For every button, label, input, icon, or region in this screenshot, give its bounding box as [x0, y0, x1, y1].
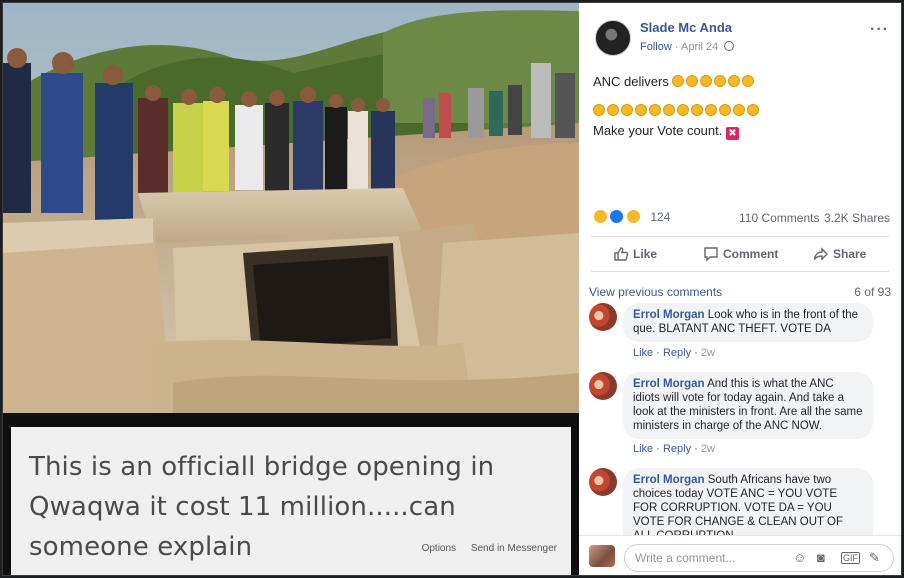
face-emoji-icon — [649, 104, 661, 116]
gif-icon[interactable]: GIF — [841, 552, 860, 564]
face-emoji-icon — [677, 104, 689, 116]
wow-reaction-icon — [625, 209, 641, 225]
comment-time[interactable]: 2w — [701, 443, 715, 455]
facebook-photo-viewer: This is an officiall bridge opening in Q… — [2, 2, 902, 576]
comment-actions: Like · Reply · 2w — [633, 347, 715, 359]
comment-bubble: Errol Morgan And this is what the ANC id… — [623, 372, 873, 439]
haha-reaction-icon — [593, 209, 608, 225]
follow-link[interactable]: Follow — [640, 41, 672, 53]
photo-actions: Options Send in Messenger — [410, 543, 557, 554]
thumbs-up-icon — [614, 247, 629, 261]
face-emoji-icon — [593, 104, 605, 116]
camera-icon[interactable]: ◙ — [817, 550, 825, 565]
laughing-emoji-group — [672, 74, 756, 89]
reactions-summary[interactable]: 124 — [593, 208, 670, 226]
emoji-icon[interactable]: ☺ — [793, 550, 806, 565]
comment-page-count: 6 of 93 — [854, 285, 891, 299]
face-emoji-icon — [700, 75, 713, 87]
post-text: Make your Vote count. — [593, 123, 723, 138]
like-button[interactable]: Like — [613, 246, 657, 262]
commenter-avatar[interactable] — [589, 468, 617, 496]
view-previous-comments-link[interactable]: View previous comments — [589, 285, 722, 299]
face-emoji-icon — [635, 104, 647, 116]
face-emoji-icon — [691, 104, 703, 116]
post-sidebar: Slade Mc Anda Follow · April 24 ··· ANC … — [579, 3, 901, 575]
comment-reply-link[interactable]: Reply — [663, 443, 691, 455]
like-label: Like — [633, 247, 658, 261]
post-date[interactable]: April 24 — [681, 41, 718, 53]
share-label: Share — [833, 247, 867, 261]
commenter-avatar[interactable] — [589, 303, 617, 331]
emoji-row — [593, 104, 761, 118]
commenter-name[interactable]: Errol Morgan — [633, 309, 705, 321]
share-arrow-icon — [813, 247, 828, 261]
comment-bubble: Errol Morgan Look who is in the front of… — [623, 303, 873, 342]
current-user-avatar — [589, 545, 615, 567]
reaction-count: 124 — [650, 209, 671, 224]
comment-composer: ☺ ◙ GIF ✎ — [579, 535, 901, 575]
face-emoji-icon — [672, 75, 685, 87]
comment-label: Comment — [723, 247, 779, 261]
cross-mark-icon: ✖ — [725, 127, 739, 140]
post-text-line: Make your Vote count. ✖ — [593, 123, 739, 140]
sticker-icon[interactable]: ✎ — [869, 550, 880, 566]
face-emoji-icon — [663, 104, 675, 116]
face-emoji-icon — [621, 104, 633, 116]
face-emoji-icon — [733, 104, 745, 116]
face-emoji-icon — [719, 104, 731, 116]
comments-count[interactable]: 110 Comments — [739, 211, 819, 225]
comment-actions: Like · Reply · 2w — [633, 443, 715, 455]
face-emoji-icon — [705, 104, 717, 116]
like-reaction-icon — [609, 209, 625, 225]
face-emoji-icon — [607, 104, 619, 116]
comment-time[interactable]: 2w — [701, 347, 715, 359]
action-bar: Like Comment Share — [591, 236, 889, 272]
comment-like-link[interactable]: Like — [633, 443, 653, 455]
comment-reply-link[interactable]: Reply — [663, 347, 691, 359]
commenter-name[interactable]: Errol Morgan — [633, 474, 705, 486]
author-name[interactable]: Slade Mc Anda — [640, 20, 732, 35]
comment-bubble-icon — [704, 247, 718, 262]
face-emoji-icon — [742, 75, 755, 87]
face-emoji-icon — [728, 75, 741, 87]
face-emoji-icon — [747, 104, 759, 116]
options-link[interactable]: Options — [422, 543, 456, 554]
post-text: ANC delivers — [593, 74, 669, 89]
globe-icon — [724, 41, 735, 51]
commenter-avatar[interactable] — [589, 372, 617, 400]
send-in-messenger-link[interactable]: Send in Messenger — [471, 543, 557, 554]
meta-separator: · — [674, 41, 679, 53]
author-avatar[interactable] — [595, 20, 631, 56]
caption-line: This is an officiall bridge opening in — [29, 452, 495, 482]
post-meta: Follow · April 24 — [640, 41, 735, 53]
share-button[interactable]: Share — [813, 246, 866, 262]
commenter-name[interactable]: Errol Morgan — [633, 378, 705, 390]
face-emoji-icon — [714, 75, 727, 87]
post-text-line: ANC delivers — [593, 74, 756, 89]
comment-button[interactable]: Comment — [703, 246, 778, 262]
bridge-photo[interactable] — [3, 3, 579, 413]
photo-panel: This is an officiall bridge opening in Q… — [3, 3, 579, 575]
comment-like-link[interactable]: Like — [633, 347, 653, 359]
more-options-icon[interactable]: ··· — [870, 21, 889, 39]
face-emoji-icon — [686, 75, 699, 87]
caption-line: Qwaqwa it cost 11 million.....can — [29, 492, 456, 522]
shares-count[interactable]: 3.2K Shares — [824, 211, 890, 225]
